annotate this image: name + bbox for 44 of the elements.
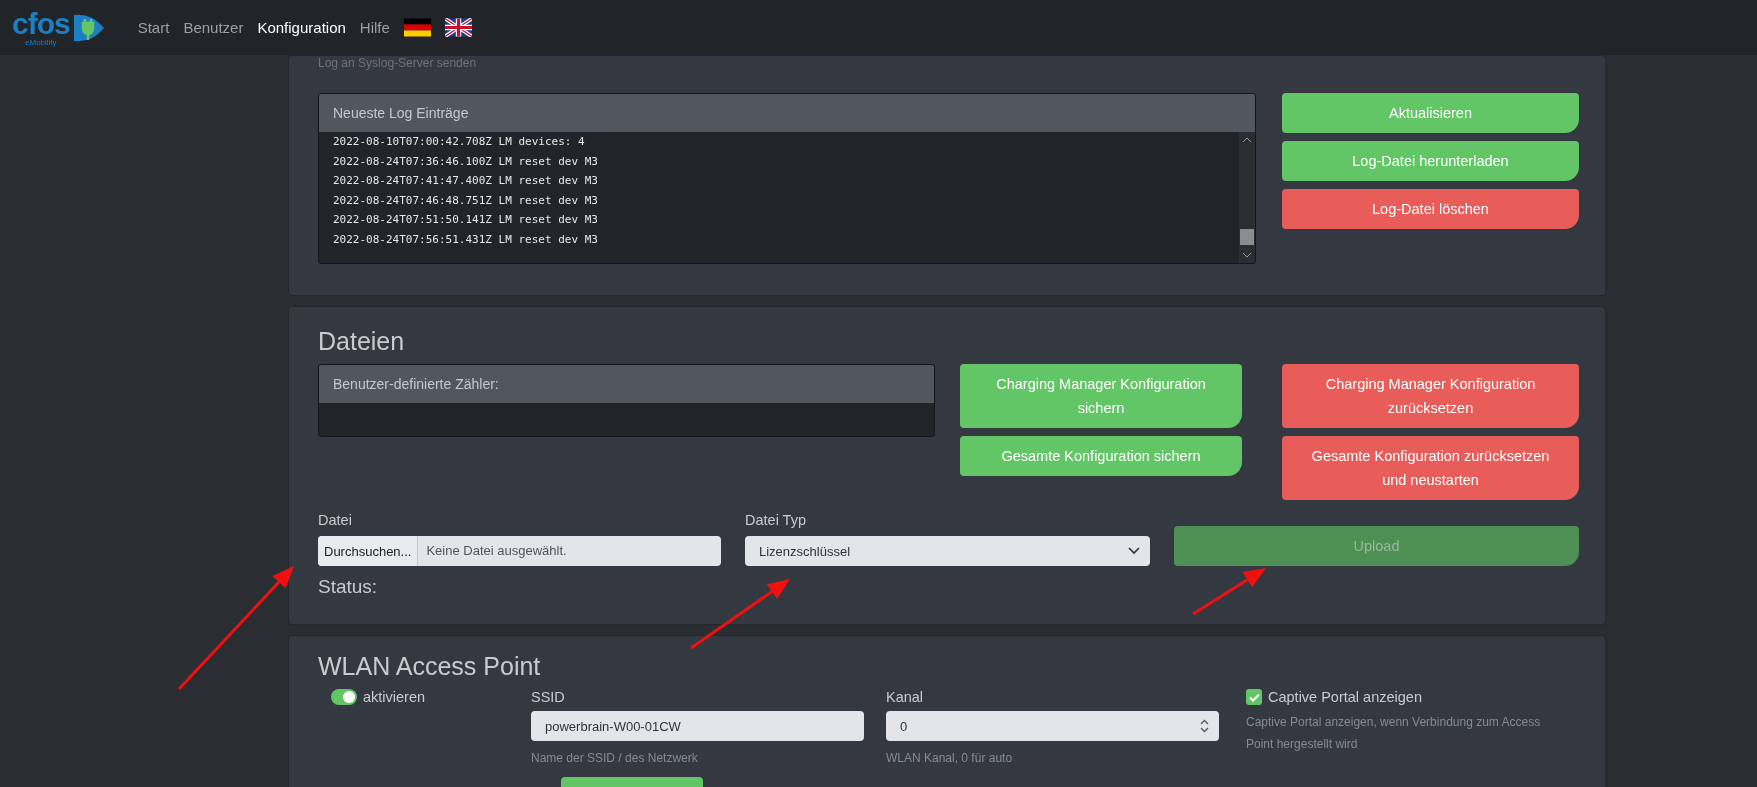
nav-link[interactable]: Hilfe	[359, 19, 390, 36]
log-line: 2022-08-10T07:00:42.708Z LM devices: 4	[333, 134, 586, 150]
status-label: Status:	[318, 576, 378, 598]
help-text: Captive Portal anzeigen, wenn Verbindung zum Access Point hergestellt wird	[1246, 714, 1542, 753]
file-input[interactable]: Durchsuchen... Keine Datei ausgewählt.	[318, 536, 721, 566]
nav-link[interactable]: Benutzer	[183, 19, 244, 36]
logo-text: cfos	[12, 8, 70, 39]
log-line: 2022-08-24T07:46:48.751Z LM reset dev M3	[333, 192, 599, 209]
file-type-select[interactable]: Lizenzschlüssel	[745, 536, 1150, 566]
section-hint: Log an Syslog-Server senden	[318, 56, 477, 70]
plug-logo-icon	[71, 12, 106, 43]
field-label: SSID	[531, 689, 566, 705]
nav-link[interactable]: Start	[137, 19, 170, 36]
section-title: Dateien	[318, 326, 405, 357]
log-header: Neueste Log Einträge	[319, 94, 1255, 132]
help-text: WLAN Kanal, 0 für auto	[886, 750, 1014, 767]
checkbox[interactable]	[1246, 689, 1262, 705]
log-line: 2022-08-24T07:36:46.100Z LM reset dev M3	[333, 153, 599, 170]
field-label: Datei	[318, 512, 353, 528]
channel-number-input[interactable]: 0	[886, 711, 1219, 741]
section-title: WLAN Access Point	[318, 651, 541, 682]
help-text: Name der SSID / des Netzwerk	[531, 750, 699, 767]
action-button[interactable]: Log-Datei löschen	[1282, 189, 1579, 229]
spinner-icon[interactable]	[1200, 719, 1209, 733]
scrollbar-drawing[interactable]	[1239, 132, 1255, 263]
checkbox-label: Captive Portal anzeigen	[1268, 689, 1422, 705]
toggle-switch[interactable]	[331, 689, 357, 705]
chevron-down-icon	[1128, 547, 1140, 555]
field-label: Kanal	[886, 689, 925, 705]
nav-link[interactable]: Konfiguration	[257, 19, 346, 36]
log-line: 2022-08-24T07:56:51.431Z LM reset dev M3	[333, 231, 599, 248]
uk-flag-icon[interactable]	[444, 18, 472, 37]
log-line: 2022-08-24T07:51:50.141Z LM reset dev M3	[333, 212, 599, 228]
browse-button[interactable]: Durchsuchen...	[318, 536, 419, 566]
field-label: Datei Typ	[745, 512, 807, 528]
logo-tagline: eMobility	[25, 38, 57, 47]
log-line: 2022-08-24T07:41:47.400Z LM reset dev M3	[333, 173, 599, 189]
reset-button[interactable]: Gesamte Konfiguration zurücksetzen und neustarten	[1282, 436, 1579, 500]
counters-header: Benutzer-definierte Zähler:	[319, 365, 934, 403]
reset-button[interactable]: Charging Manager Konfiguration zurücksetzen	[1282, 364, 1579, 428]
file-name-text: Keine Datei ausgewählt.	[425, 542, 568, 560]
ssid-input[interactable]: powerbrain-W00-01CW	[531, 711, 864, 741]
toggle-label: aktivieren	[363, 689, 426, 705]
german-flag-icon[interactable]	[403, 18, 431, 37]
